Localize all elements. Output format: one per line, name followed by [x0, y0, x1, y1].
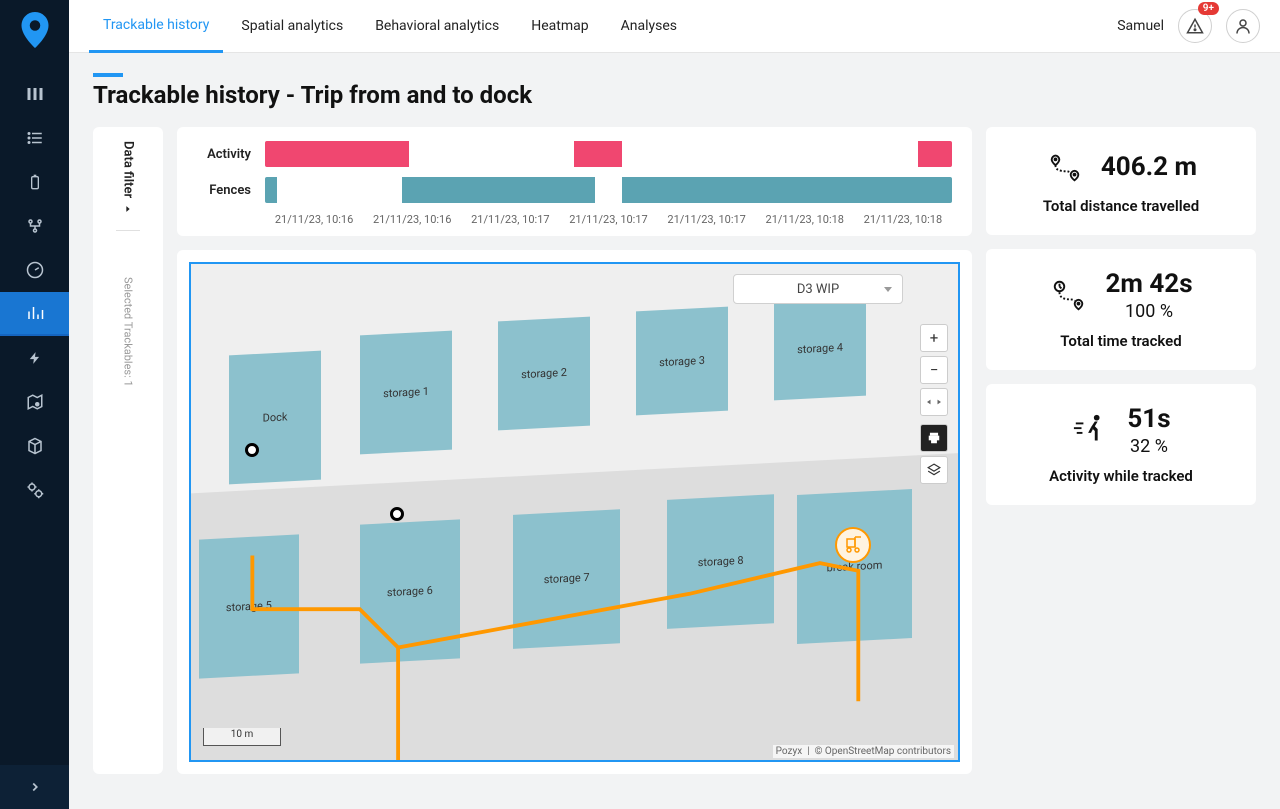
user-profile-button[interactable]: [1226, 9, 1260, 43]
map-layer-select[interactable]: D3 WIP: [733, 274, 903, 304]
alerts-button[interactable]: 9+: [1178, 9, 1212, 43]
timeline-tick: 21/11/23, 10:18: [854, 213, 952, 226]
data-filter-subtitle: Selected Trackables: 1: [122, 277, 135, 387]
stat-activity-value: 51s: [1127, 404, 1170, 434]
map-zone: break room: [797, 489, 912, 644]
activity-label: Activity: [197, 147, 251, 162]
timeline-card: Activity Fences 21/11/23, 10:1621/11/23,…: [177, 127, 972, 236]
nav-item-2[interactable]: [0, 116, 69, 160]
activity-icon: [1071, 411, 1111, 451]
alert-icon: [1186, 17, 1204, 35]
activity-bar[interactable]: [265, 141, 952, 167]
stat-activity-pct: 32 %: [1127, 436, 1170, 457]
timeline-tick: 21/11/23, 10:17: [559, 213, 657, 226]
map-forklift-icon: [835, 527, 871, 563]
stat-time-card: 2m 42s100 % Total time tracked: [986, 249, 1256, 370]
tab-heatmap[interactable]: Heatmap: [517, 0, 602, 53]
print-button[interactable]: [920, 424, 948, 452]
user-icon: [1234, 17, 1252, 35]
stat-time-label: Total time tracked: [1002, 332, 1240, 350]
tabs: Trackable history Spatial analytics Beha…: [89, 0, 691, 53]
timeline-tick: 21/11/23, 10:17: [658, 213, 756, 226]
print-icon: [927, 431, 941, 445]
timeline-ticks: 21/11/23, 10:1621/11/23, 10:1621/11/23, …: [265, 213, 952, 226]
map-scale: 10 m: [203, 728, 281, 746]
map-zone: storage 5: [199, 534, 299, 678]
timeline-tick: 21/11/23, 10:18: [756, 213, 854, 226]
topbar: Trackable history Spatial analytics Beha…: [69, 0, 1280, 53]
content: Trackable history - Trip from and to doc…: [69, 53, 1280, 809]
nav-item-3[interactable]: [0, 160, 69, 204]
nav-item-5[interactable]: [0, 248, 69, 292]
map-zone: storage 3: [636, 306, 728, 415]
sidebar-expand-button[interactable]: [0, 765, 69, 809]
nav-item-4[interactable]: [0, 204, 69, 248]
map-attribution: Pozyx | © OpenStreetMap contributors: [773, 745, 954, 758]
tab-behavioral-analytics[interactable]: Behavioral analytics: [361, 0, 513, 53]
user-name: Samuel: [1117, 18, 1164, 34]
sidebar: [0, 0, 69, 809]
map-zone: storage 4: [774, 296, 866, 400]
map-zone: Dock: [229, 351, 321, 485]
stats-column: 406.2 m Total distance travelled 2m 42s1…: [986, 127, 1256, 774]
data-filter-panel[interactable]: Data filter Selected Trackables: 1: [93, 127, 163, 774]
map-marker-start: [245, 443, 259, 457]
map-zone: storage 8: [667, 494, 774, 629]
fences-bar[interactable]: [265, 177, 952, 203]
layers-button[interactable]: [920, 456, 948, 484]
stat-distance-value: 406.2 m: [1101, 152, 1197, 182]
stat-activity-label: Activity while tracked: [1002, 467, 1240, 485]
notification-badge: 9+: [1198, 2, 1219, 15]
map-zone: storage 6: [360, 519, 460, 663]
nav-item-1[interactable]: [0, 72, 69, 116]
route-distance-icon: [1045, 147, 1085, 187]
stat-distance-card: 406.2 m Total distance travelled: [986, 127, 1256, 235]
tab-trackable-history[interactable]: Trackable history: [89, 0, 223, 53]
map-zone: storage 7: [513, 509, 620, 649]
stat-distance-label: Total distance travelled: [1002, 197, 1240, 215]
reset-view-button[interactable]: [920, 388, 948, 416]
chevron-right-icon: [123, 204, 133, 214]
stat-time-pct: 100 %: [1105, 301, 1192, 322]
nav-item-8[interactable]: [0, 380, 69, 424]
nav-item-7[interactable]: [0, 336, 69, 380]
tab-analyses[interactable]: Analyses: [607, 0, 691, 53]
layers-icon: [927, 463, 941, 477]
stat-time-value: 2m 42s: [1105, 269, 1192, 299]
map-controls: + −: [920, 324, 948, 484]
timeline-tick: 21/11/23, 10:16: [265, 213, 363, 226]
map-zone: storage 1: [360, 331, 452, 455]
logo-icon: [19, 12, 51, 48]
fences-label: Fences: [197, 183, 251, 198]
map-zone: storage 2: [498, 316, 590, 430]
page-title: Trackable history - Trip from and to doc…: [93, 81, 1256, 109]
nav-item-settings[interactable]: [0, 468, 69, 512]
zoom-out-button[interactable]: −: [920, 356, 948, 384]
map[interactable]: Dock storage 1 storage 2 storage 3 storage 4…: [189, 262, 960, 762]
timeline-tick: 21/11/23, 10:16: [363, 213, 461, 226]
divider: [116, 230, 140, 231]
zoom-in-button[interactable]: +: [920, 324, 948, 352]
timeline-tick: 21/11/23, 10:17: [461, 213, 559, 226]
map-card: Dock storage 1 storage 2 storage 3 storage 4…: [177, 250, 972, 774]
nav-item-9[interactable]: [0, 424, 69, 468]
data-filter-title: Data filter: [121, 141, 136, 214]
route-time-icon: [1049, 276, 1089, 316]
tab-spatial-analytics[interactable]: Spatial analytics: [227, 0, 357, 53]
stat-activity-card: 51s32 % Activity while tracked: [986, 384, 1256, 505]
title-accent: [93, 73, 123, 77]
nav-item-analytics[interactable]: [0, 292, 69, 336]
